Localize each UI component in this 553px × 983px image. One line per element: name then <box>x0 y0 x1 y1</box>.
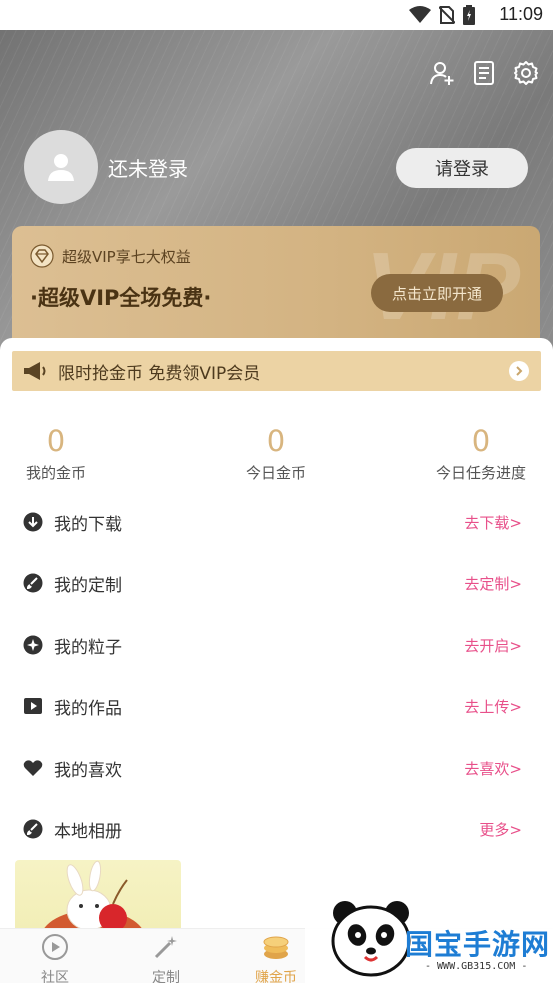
tab-label: 社区 <box>41 970 69 983</box>
document-icon[interactable] <box>471 60 497 86</box>
menu-label: 我的粒子 <box>54 637 122 658</box>
chevron-right-icon[interactable] <box>509 361 529 381</box>
settings-icon[interactable] <box>513 60 539 86</box>
vip-subtitle: 超级VIP享七大权益 <box>62 247 191 266</box>
wifi-icon <box>409 6 431 23</box>
tab-earn-coins[interactable]: 赚金币 <box>236 933 316 983</box>
promo-banner[interactable]: 限时抢金币 免费领VIP会员 <box>12 351 541 391</box>
menu-action-link[interactable]: 去定制> <box>464 573 522 594</box>
no-sim-icon <box>439 6 455 24</box>
site-watermark: 国宝手游网 - WWW.GB315.COM - <box>305 893 553 983</box>
menu-label: 我的定制 <box>54 575 122 596</box>
brush-icon <box>22 818 44 840</box>
add-user-icon[interactable] <box>429 60 455 86</box>
menu-item-custom[interactable]: 我的定制 去定制> <box>22 568 532 598</box>
stat-value: 0 <box>266 424 286 458</box>
login-status-text[interactable]: 还未登录 <box>108 153 188 182</box>
download-icon <box>22 511 44 533</box>
tab-custom[interactable]: 定制 <box>126 933 206 983</box>
vip-subtitle-row: 超级VIP享七大权益 <box>30 244 191 268</box>
coin-stats: 0 我的金币 0 今日金币 0 今日任务进度 <box>0 422 553 492</box>
tab-label: 赚金币 <box>255 970 297 983</box>
menu-label: 本地相册 <box>54 821 122 842</box>
menu-item-particles[interactable]: 我的粒子 去开启> <box>22 630 532 660</box>
watermark-url: - WWW.GB315.COM - <box>425 961 528 972</box>
header-actions <box>429 60 539 86</box>
stat-label: 今日金币 <box>245 464 306 482</box>
menu-action-link[interactable]: 去喜欢> <box>464 758 522 779</box>
brush-icon <box>22 572 44 594</box>
sparkle-icon <box>22 634 44 656</box>
menu-item-favorites[interactable]: 我的喜欢 去喜欢> <box>22 753 532 783</box>
magic-wand-icon <box>154 936 177 959</box>
login-button[interactable]: 请登录 <box>396 148 528 188</box>
coins-icon <box>263 936 289 959</box>
menu-item-works[interactable]: 我的作品 去上传> <box>22 691 532 721</box>
stat-my-coins[interactable]: 0 我的金币 <box>16 422 96 483</box>
menu-item-local-album[interactable]: 本地相册 更多> <box>22 814 532 844</box>
user-icon <box>48 154 74 181</box>
heart-icon <box>22 757 44 779</box>
rabbit-apple-illustration <box>42 860 144 932</box>
menu-item-downloads[interactable]: 我的下载 去下载> <box>22 507 532 537</box>
vip-card[interactable]: VIP 超级VIP享七大权益 ·超级VIP全场免费· 点击立即开通 <box>12 226 540 356</box>
play-circle-icon <box>42 934 68 960</box>
menu-action-link[interactable]: 去下载> <box>464 512 522 533</box>
stat-value: 0 <box>46 424 66 458</box>
menu-action-link[interactable]: 去开启> <box>464 635 522 656</box>
album-thumbnail[interactable] <box>15 860 181 932</box>
promo-text: 限时抢金币 免费领VIP会员 <box>58 363 261 384</box>
megaphone-icon <box>24 362 46 380</box>
diamond-icon <box>30 244 54 268</box>
vip-open-button[interactable]: 点击立即开通 <box>371 274 503 312</box>
stat-label: 我的金币 <box>25 464 86 482</box>
tab-community[interactable]: 社区 <box>15 933 95 983</box>
tab-label: 定制 <box>152 970 180 983</box>
menu-action-link[interactable]: 去上传> <box>464 696 522 717</box>
menu-label: 我的作品 <box>54 698 122 719</box>
menu-label: 我的下载 <box>54 514 122 535</box>
play-icon <box>22 695 44 717</box>
stat-task-progress[interactable]: 0 今日任务进度 <box>426 422 536 483</box>
vip-headline: ·超级VIP全场免费· <box>30 286 212 310</box>
watermark-title: 国宝手游网 <box>405 928 551 961</box>
stat-today-coins[interactable]: 0 今日金币 <box>236 422 316 483</box>
status-time: 11:09 <box>499 4 543 24</box>
menu-action-link[interactable]: 更多> <box>479 819 522 840</box>
status-bar: 11:09 <box>0 0 553 30</box>
battery-icon <box>463 5 475 25</box>
status-icons <box>409 5 475 25</box>
stat-value: 0 <box>471 424 491 458</box>
avatar[interactable] <box>24 130 98 204</box>
menu-label: 我的喜欢 <box>54 760 122 781</box>
stat-label: 今日任务进度 <box>435 464 526 482</box>
